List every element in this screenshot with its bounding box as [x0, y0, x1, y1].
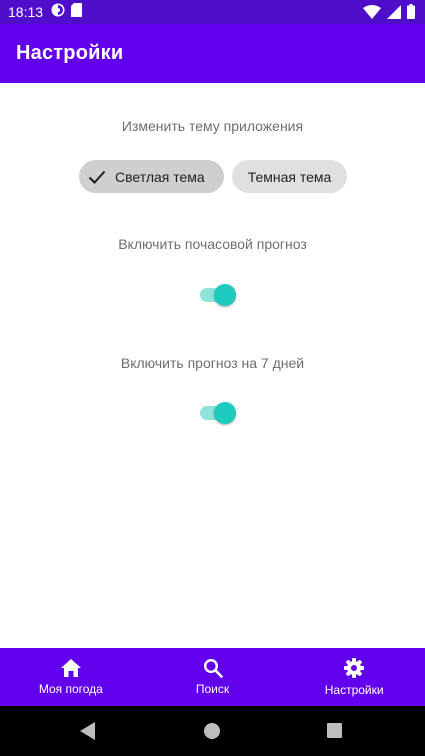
- home-icon: [60, 658, 82, 678]
- hourly-forecast-switch[interactable]: [198, 283, 238, 307]
- nav-item-my-weather[interactable]: Моя погода: [0, 648, 142, 706]
- nav-item-settings[interactable]: Настройки: [283, 648, 425, 706]
- sd-card-icon: [71, 2, 83, 22]
- nav-label-my-weather: Моя погода: [38, 682, 103, 696]
- battery-icon: [407, 4, 415, 24]
- dark-theme-label: Темная тема: [247, 168, 332, 185]
- back-icon[interactable]: [80, 722, 96, 745]
- page-title: Настройки: [16, 42, 124, 64]
- gear-icon: [343, 657, 365, 679]
- status-left-icons: [51, 2, 83, 22]
- nav-item-search[interactable]: Поиск: [142, 648, 284, 706]
- app-bar: Настройки: [0, 24, 425, 83]
- dark-theme-chip[interactable]: Темная тема: [232, 160, 347, 193]
- home-button-icon[interactable]: [204, 723, 220, 739]
- search-icon: [203, 658, 223, 678]
- system-navigation-bar: [0, 706, 425, 756]
- nav-label-search: Поиск: [195, 682, 230, 696]
- status-right-icons: [363, 4, 415, 24]
- cellular-signal-icon: [387, 4, 401, 24]
- switch-thumb: [214, 284, 236, 306]
- switch-thumb: [214, 402, 236, 424]
- theme-chip-group: Светлая тема Темная тема: [0, 160, 425, 193]
- light-theme-label: Светлая тема: [115, 168, 205, 185]
- weekly-forecast-label: Включить прогноз на 7 дней: [120, 355, 305, 371]
- check-icon: [87, 167, 107, 187]
- circle-app-icon: [51, 3, 65, 22]
- hourly-forecast-label: Включить почасовой прогноз: [118, 236, 307, 252]
- recents-icon[interactable]: [327, 723, 342, 738]
- light-theme-chip[interactable]: Светлая тема: [79, 160, 224, 193]
- nav-label-settings: Настройки: [324, 683, 384, 697]
- status-time: 18:13: [8, 4, 44, 20]
- bottom-navigation: Моя погода Поиск Настройки: [0, 648, 425, 706]
- wifi-icon: [363, 4, 381, 24]
- theme-section-label: Изменить тему приложения: [121, 118, 304, 134]
- status-bar: 18:13: [0, 0, 425, 24]
- weekly-forecast-switch[interactable]: [198, 401, 238, 425]
